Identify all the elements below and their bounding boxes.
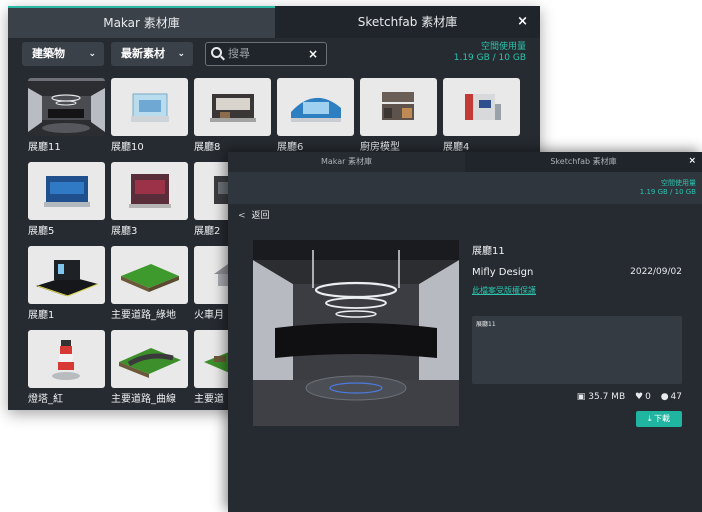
asset-thumbnail: [111, 162, 188, 220]
asset-name: 展廳10: [111, 142, 144, 153]
quota-label: 空間使用量: [480, 42, 526, 52]
storage-quota: 空間使用量 1.19 GB / 10 GB: [640, 179, 696, 197]
asset-detail-window: Makar 素材庫 Sketchfab 素材庫 × 空間使用量 1.19 GB …: [228, 152, 702, 512]
asset-preview-image: [253, 240, 459, 426]
clear-search-button[interactable]: ×: [308, 43, 318, 65]
file-size-icon: ▣: [576, 392, 586, 402]
category-value: 建築物: [32, 47, 65, 60]
asset-thumbnail: [28, 78, 105, 136]
asset-card[interactable]: 主要道路_綠地: [111, 246, 188, 321]
asset-name: 主要道路_綠地: [111, 310, 176, 321]
toolbar: [228, 172, 702, 204]
asset-author: Mifly Design: [472, 267, 534, 278]
views-count: 47: [670, 392, 682, 402]
asset-card[interactable]: 燈塔_紅: [28, 330, 105, 405]
license-link[interactable]: 此檔案受版權保護: [472, 285, 536, 296]
asset-thumbnail: [28, 246, 105, 304]
asset-card[interactable]: 展廳1: [28, 246, 105, 321]
search-icon: [211, 47, 222, 58]
asset-thumbnail: [443, 78, 520, 136]
tab-makar-library[interactable]: Makar 素材庫: [8, 6, 275, 38]
asset-name: 展廳3: [111, 226, 138, 237]
asset-title: 展廳11: [472, 246, 505, 257]
asset-thumbnail: [111, 330, 188, 388]
tab-sketchfab-library[interactable]: Sketchfab 素材庫: [275, 6, 540, 38]
asset-card[interactable]: 展廳11: [28, 78, 105, 153]
quota-value: 1.19 GB / 10 GB: [453, 53, 526, 63]
asset-name: 展廳8: [194, 142, 221, 153]
asset-card[interactable]: 廚房模型: [360, 78, 437, 153]
asset-card[interactable]: 展廳10: [111, 78, 188, 153]
storage-quota: 空間使用量 1.19 GB / 10 GB: [454, 42, 526, 64]
likes-count: 0: [645, 392, 651, 402]
file-size: 35.7 MB: [588, 392, 626, 402]
download-label: 下載: [654, 414, 671, 423]
asset-thumbnail: [277, 78, 354, 136]
asset-card[interactable]: 展廳3: [111, 162, 188, 237]
asset-card[interactable]: 主要道路_曲線: [111, 330, 188, 405]
sort-dropdown[interactable]: 最新素材 ⌄: [111, 42, 193, 66]
asset-name: 燈塔_紅: [28, 394, 63, 405]
asset-thumbnail: [360, 78, 437, 136]
asset-description: 展廳11: [472, 316, 682, 384]
chevron-left-icon: <: [238, 211, 246, 221]
download-button[interactable]: ⤓ 下載: [636, 411, 682, 427]
tab-bar: Makar 素材庫 Sketchfab 素材庫 ×: [8, 6, 540, 38]
asset-card[interactable]: 展廳8: [194, 78, 271, 153]
asset-name: 展廳5: [28, 226, 55, 237]
close-button[interactable]: ×: [517, 14, 528, 29]
search-placeholder: 搜尋: [228, 47, 250, 60]
heart-icon: ♥: [635, 392, 644, 402]
asset-name: 展廳4: [443, 142, 470, 153]
quota-value: 1.19 GB / 10 GB: [639, 188, 696, 196]
sort-value: 最新素材: [121, 47, 165, 60]
asset-card[interactable]: 展廳5: [28, 162, 105, 237]
asset-card[interactable]: 展廳4: [443, 78, 520, 153]
asset-thumbnail: [111, 78, 188, 136]
search-input[interactable]: 搜尋 ×: [205, 42, 327, 66]
quota-label: 空間使用量: [661, 179, 696, 187]
asset-card[interactable]: 展廳6: [277, 78, 354, 153]
asset-date: 2022/09/02: [630, 267, 682, 277]
eye-icon: ●: [660, 392, 669, 402]
tab-makar-library[interactable]: Makar 素材庫: [228, 152, 465, 172]
asset-thumbnail: [28, 330, 105, 388]
chevron-down-icon: ⌄: [177, 49, 185, 59]
category-dropdown[interactable]: 建築物 ⌄: [22, 42, 104, 66]
asset-name: 主要道路_曲線: [111, 394, 176, 405]
back-label: 返回: [251, 211, 270, 221]
asset-stats: ▣ 35.7 MB ♥ 0 ● 47: [570, 392, 682, 402]
tab-sketchfab-library[interactable]: Sketchfab 素材庫: [465, 152, 702, 172]
asset-name: 展廳6: [277, 142, 304, 153]
asset-thumbnail: [194, 78, 271, 136]
asset-name: 展廳11: [28, 142, 61, 153]
asset-thumbnail: [28, 162, 105, 220]
back-button[interactable]: < 返回: [238, 208, 270, 221]
asset-name: 廚房模型: [360, 142, 400, 153]
asset-thumbnail: [111, 246, 188, 304]
download-icon: ⤓: [647, 414, 652, 423]
close-button[interactable]: ×: [688, 156, 696, 166]
asset-name: 展廳1: [28, 310, 55, 321]
chevron-down-icon: ⌄: [88, 49, 96, 59]
